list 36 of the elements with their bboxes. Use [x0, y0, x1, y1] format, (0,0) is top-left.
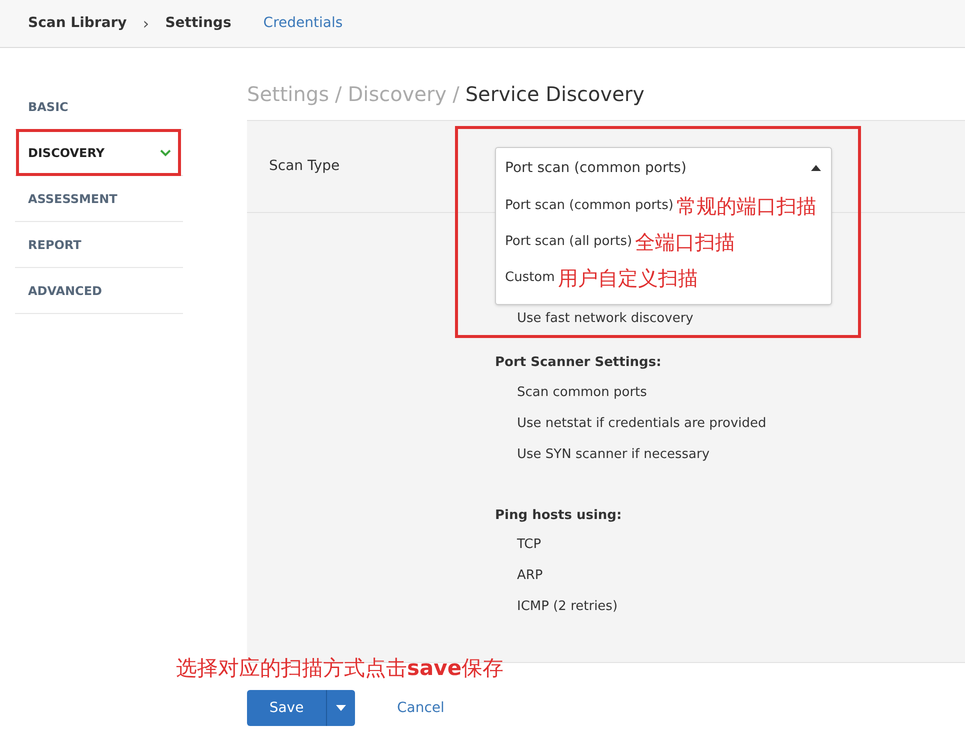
option-text: ICMP (2 retries) — [516, 598, 619, 616]
annotation-text: 常规的端口扫描 — [676, 193, 816, 220]
sidebar-item[interactable]: ASSESSMENT — [15, 176, 183, 222]
dropdown-option[interactable]: Custom — [505, 268, 555, 288]
nav-tab[interactable]: Credentials — [263, 13, 343, 34]
separator: / — [335, 81, 342, 108]
option-text: Scan common ports — [516, 384, 648, 402]
caret-icon — [336, 705, 346, 711]
breadcrumb-link[interactable]: Settings — [165, 13, 232, 34]
page-title: Service Discovery — [465, 81, 644, 108]
option-text: Use SYN scanner if necessary — [516, 446, 711, 464]
annotation-text: 全端口扫描 — [635, 229, 736, 256]
sidebar-item[interactable]: DISCOVERY — [15, 130, 183, 176]
sidebar-item[interactable]: ADVANCED — [15, 268, 183, 314]
separator: / — [452, 81, 460, 108]
option-text: ARP — [516, 567, 544, 585]
annotation-text: 选择对应的扫描方式点击save保存 — [176, 655, 504, 682]
option-text: TCP — [516, 536, 542, 554]
annotation-text: 用户自定义扫描 — [558, 265, 698, 292]
save-button[interactable]: Save — [247, 690, 327, 726]
section-heading: Ping hosts using: — [495, 506, 623, 524]
option-text: Use netstat if credentials are provided — [516, 414, 768, 432]
breadcrumb-separator: › — [142, 12, 150, 34]
field-label: Scan Type — [269, 157, 340, 176]
save-options-button[interactable] — [327, 690, 355, 726]
cancel-link[interactable]: Cancel — [397, 698, 444, 718]
check-icon — [160, 148, 171, 156]
option-text: Use fast network discovery — [516, 310, 694, 328]
dropdown-option[interactable]: Port scan (common ports) — [505, 196, 674, 216]
section-heading: Port Scanner Settings: — [495, 354, 662, 372]
breadcrumb-link[interactable]: Scan Library — [28, 13, 127, 34]
sidebar-item[interactable]: REPORT — [15, 222, 183, 268]
dropdown-option[interactable]: Port scan (all ports) — [505, 232, 632, 252]
sidebar-item[interactable]: BASIC — [15, 84, 183, 130]
dropdown-value: Port scan (common ports) — [505, 158, 686, 178]
caret-icon — [811, 165, 821, 171]
